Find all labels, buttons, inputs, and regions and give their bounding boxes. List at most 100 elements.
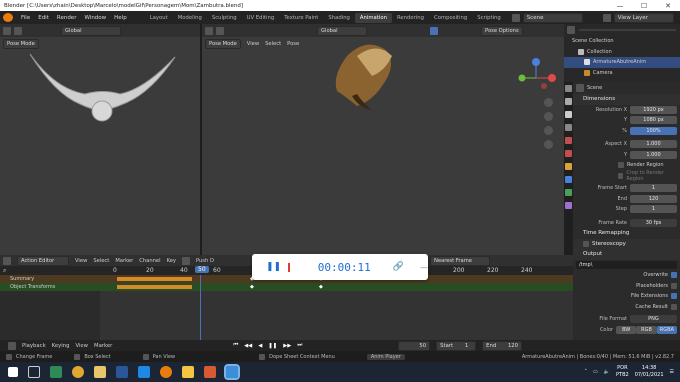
blender-taskbar-icon[interactable] (160, 366, 172, 378)
cache-result-checkbox[interactable] (671, 303, 677, 310)
jump-end-icon[interactable]: ⏭ (297, 342, 302, 349)
notification-icon[interactable]: ☰ (670, 369, 674, 375)
jump-start-icon[interactable]: ⏮ (233, 342, 238, 349)
blender-logo-icon[interactable] (3, 13, 13, 22)
outliner[interactable]: Scene Collection Collection ArmatureAbut… (564, 24, 680, 82)
word-icon[interactable] (116, 366, 128, 378)
marker-menu[interactable]: Marker (94, 343, 112, 349)
keyframe-icon[interactable]: ◆ (319, 284, 323, 290)
overwrite-checkbox[interactable] (671, 272, 677, 279)
playhead-line[interactable] (200, 275, 201, 340)
left-3d-viewport[interactable]: Global Pose Mode (0, 24, 200, 255)
chrome-icon[interactable] (72, 366, 84, 378)
time-remapping-section[interactable]: Time Remapping (573, 228, 680, 239)
camera-view-icon[interactable] (544, 126, 553, 135)
overwrite-row[interactable]: Overwrite (573, 270, 680, 281)
close-button[interactable]: ✕ (656, 2, 680, 10)
keying-menu[interactable]: Keying (52, 343, 70, 349)
tool-tab-icon[interactable] (565, 85, 572, 92)
modifier-tab-icon[interactable] (565, 176, 572, 183)
view-layer-selector[interactable]: View Layer (602, 12, 674, 23)
tray-expand-icon[interactable]: ˄ (585, 369, 588, 375)
placeholders-row[interactable]: Placeholders (573, 281, 680, 292)
dope-menu-channel[interactable]: Channel (139, 258, 160, 264)
right-menu-pose[interactable]: Pose (287, 41, 299, 47)
pause-icon[interactable]: ❚❚ (268, 343, 277, 349)
channel-object-transforms[interactable]: Object Transforms ◆ ◆ (0, 283, 573, 291)
calculator-icon[interactable] (138, 366, 150, 378)
tab-compositing[interactable]: Compositing (429, 13, 472, 23)
snap-dropdown[interactable]: Nearest Frame (429, 255, 490, 266)
stereoscopy-checkbox[interactable] (583, 240, 589, 247)
resolution-y-field[interactable]: 1080 px (630, 116, 677, 125)
tab-scripting[interactable]: Scripting (472, 13, 506, 23)
maximize-button[interactable]: ☐ (632, 2, 656, 10)
file-format-dropdown[interactable]: PNG (630, 315, 677, 324)
windows-start-icon[interactable] (8, 367, 18, 377)
network-icon[interactable]: ▭ (593, 369, 598, 375)
clock[interactable]: 14:38 07/01/2021 (635, 365, 664, 379)
current-frame-indicator[interactable]: 50 (195, 266, 209, 273)
select-tool-icon[interactable] (216, 26, 224, 35)
menu-file[interactable]: File (17, 15, 34, 21)
tab-texture-paint[interactable]: Texture Paint (279, 13, 323, 23)
outliner-search-input[interactable] (578, 28, 677, 32)
stereoscopy-section[interactable]: Stereoscopy (573, 238, 680, 249)
action-icon[interactable] (181, 256, 190, 265)
render-tab-icon[interactable] (565, 98, 572, 105)
tab-shading[interactable]: Shading (323, 13, 355, 23)
tab-animation[interactable]: Animation (354, 12, 392, 23)
color-bw-button[interactable]: BW (616, 325, 637, 334)
crop-region-row[interactable]: Crop to Render Region (573, 170, 680, 182)
dope-menu-marker[interactable]: Marker (115, 258, 133, 264)
right-menu-view[interactable]: View (247, 41, 259, 47)
timeline-editor-icon[interactable] (8, 341, 16, 350)
color-rgb-button[interactable]: RGB (636, 325, 657, 334)
editor-type-icon[interactable] (3, 26, 11, 35)
crop-region-checkbox[interactable] (618, 172, 624, 179)
outliner-item-camera[interactable]: Camera (564, 68, 680, 79)
tab-sculpting[interactable]: Sculpting (207, 13, 242, 23)
left-orientation-dropdown[interactable]: Global (61, 25, 121, 36)
world-tab-icon[interactable] (565, 150, 572, 157)
outliner-item-collection[interactable]: Collection (564, 47, 680, 58)
link-icon[interactable]: 🔗 (393, 262, 404, 272)
aspect-x-field[interactable]: 1.000 (630, 140, 677, 149)
current-frame-field[interactable]: 50 (398, 340, 431, 351)
navigation-gizmo[interactable] (514, 56, 558, 100)
keyboard-language[interactable]: POR PTB2 (616, 365, 629, 379)
task-view-icon[interactable] (28, 366, 40, 378)
tab-layout[interactable]: Layout (145, 13, 173, 23)
minimize-button[interactable]: — (608, 2, 632, 10)
proportional-icon[interactable] (430, 26, 438, 35)
next-keyframe-icon[interactable]: ▶▶ (283, 343, 291, 349)
outliner-scene-collection[interactable]: Scene Collection (564, 36, 680, 47)
select-tool-icon[interactable] (14, 26, 22, 35)
view-layer-tab-icon[interactable] (565, 124, 572, 131)
right-mode-dropdown[interactable]: Pose Mode (205, 38, 241, 49)
start-frame-field[interactable]: Start 1 (436, 340, 477, 351)
volume-icon[interactable]: 🔈 (604, 369, 610, 375)
keyframe-area[interactable] (100, 291, 573, 340)
cache-result-row[interactable]: Cache Result (573, 302, 680, 313)
pause-record-button[interactable]: ❚❚ (266, 262, 281, 272)
dope-menu-select[interactable]: Select (93, 258, 109, 264)
right-3d-viewport[interactable]: Global Pose Options Pose Mode View Selec… (202, 24, 564, 255)
outliner-editor-icon[interactable] (567, 26, 575, 34)
keyframe-icon[interactable]: ◆ (250, 284, 254, 290)
view-layer-name[interactable]: View Layer (613, 12, 674, 23)
tab-rendering[interactable]: Rendering (392, 13, 429, 23)
right-menu-select[interactable]: Select (265, 41, 281, 47)
bone-tab-icon[interactable] (565, 202, 572, 209)
render-region-checkbox[interactable] (618, 162, 624, 169)
right-orientation-dropdown[interactable]: Global (317, 25, 367, 36)
color-rgba-button[interactable]: RGBA (656, 325, 677, 334)
menu-render[interactable]: Render (53, 15, 81, 21)
anim-player-status[interactable]: Anim Player (366, 353, 405, 360)
placeholders-checkbox[interactable] (671, 282, 677, 289)
resolution-percent-field[interactable]: 100% (630, 126, 677, 135)
file-explorer-icon[interactable] (94, 366, 106, 378)
frame-start-field[interactable]: 1 (630, 184, 677, 193)
menu-edit[interactable]: Edit (34, 15, 53, 21)
editor-mode-dropdown[interactable]: Action Editor (17, 255, 69, 266)
